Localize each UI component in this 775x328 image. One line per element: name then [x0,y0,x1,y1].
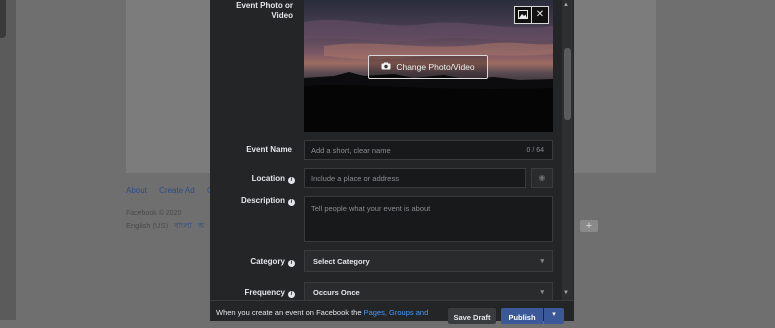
info-icon[interactable]: i [288,291,295,298]
add-language-button[interactable]: + [580,220,598,232]
info-icon[interactable]: i [288,260,295,267]
location-label-text: Location [251,174,285,183]
info-icon[interactable]: i [288,199,295,206]
save-draft-button[interactable]: Save Draft [448,308,496,324]
frequency-label: Frequency i [222,288,295,298]
image-icon[interactable] [514,6,532,24]
background-footer-links: About Create Ad C [126,186,223,195]
footer-link-about[interactable]: About [126,186,147,195]
photo-label: Event Photo or Video [236,1,293,20]
background-left-pill [0,0,6,38]
scrollbar-thumb[interactable] [564,48,571,120]
footer-link-create-ad[interactable]: Create Ad [159,186,195,195]
change-photo-button[interactable]: Change Photo/Video [368,55,488,79]
event-name-placeholder: Add a short, clear name [311,146,391,155]
category-select[interactable]: Select Category ▾ [304,250,553,272]
change-photo-label: Change Photo/Video [396,62,475,72]
footer-note-link[interactable]: Pages, Groups and [364,308,429,317]
description-placeholder: Tell people what your event is about [311,204,431,213]
description-label-text: Description [240,196,285,205]
frequency-value: Occurs Once [313,288,360,297]
category-label-text: Category [250,257,285,266]
location-input[interactable]: Include a place or address [304,168,526,188]
description-label: Description i [222,196,295,206]
description-textarea[interactable]: Tell people what your event is about [304,196,553,242]
scroll-up-icon[interactable]: ▲ [563,2,569,8]
frequency-select[interactable]: Occurs Once ▾ [304,282,553,302]
footer-note: When you create an event on Facebook the… [216,308,428,317]
footer-note-text: When you create an event on Facebook the [216,308,364,317]
event-name-counter: 0 / 64 [526,147,544,154]
copyright-text: Facebook © 2020 [126,210,182,217]
category-value: Select Category [313,257,370,266]
chevron-down-icon[interactable]: ▾ [544,308,564,324]
location-placeholder: Include a place or address [311,174,399,183]
frequency-label-text: Frequency [244,288,285,297]
language-current: English (US) [126,221,169,230]
location-pin-button[interactable]: ◉ [531,168,553,188]
location-pin-icon: ◉ [538,173,546,182]
language-bangla[interactable]: বাংলা [174,221,191,230]
publish-button[interactable]: Publish [501,308,543,324]
event-name-label: Event Name [246,145,292,154]
info-icon[interactable]: i [288,177,295,184]
event-name-input[interactable]: Add a short, clear name 0 / 64 [304,140,553,160]
location-label: Location i [222,174,295,184]
language-other[interactable]: অ [198,221,205,230]
language-selector: English (US) বাংলা অ [126,221,204,233]
camera-icon [381,56,391,78]
category-label: Category i [222,257,295,267]
close-icon[interactable]: ✕ [531,6,549,24]
scroll-down-icon[interactable]: ▼ [563,290,569,296]
modal-scrollbar[interactable] [562,0,573,300]
background-left-strip [0,0,16,320]
chevron-down-icon: ▾ [540,258,544,265]
